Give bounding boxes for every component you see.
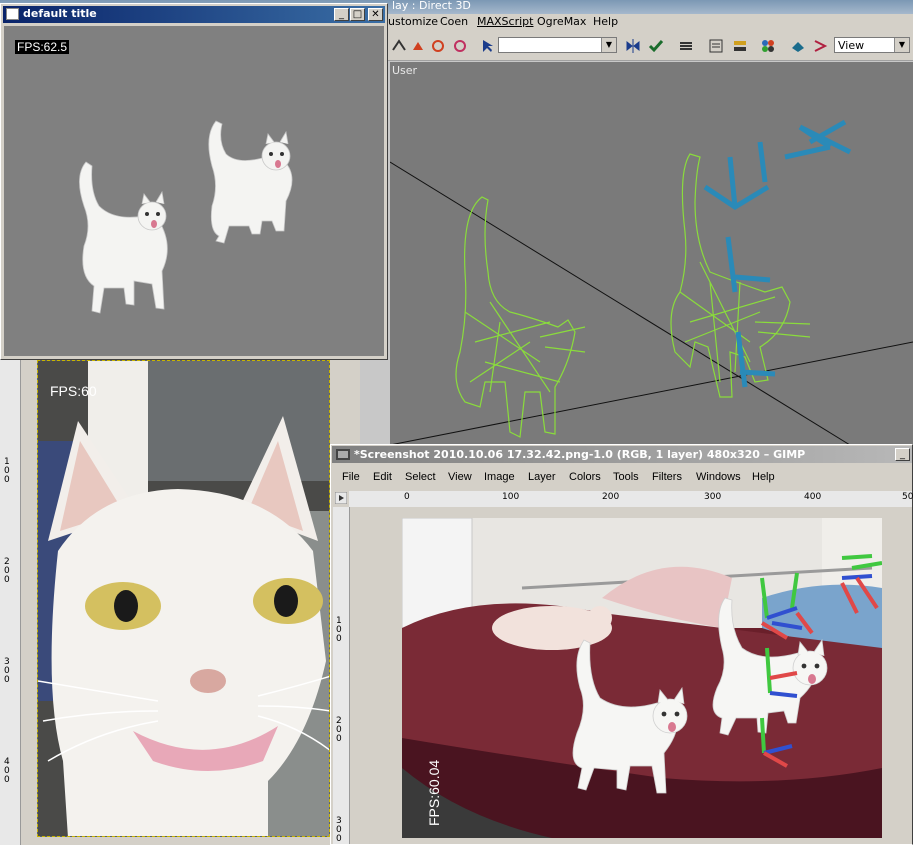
ruler-mark: 50: [902, 492, 913, 502]
mirror-icon[interactable]: [625, 38, 641, 54]
window-title: default title: [23, 7, 97, 20]
max-menu-customize[interactable]: ustomize: [388, 15, 438, 28]
wireframe-cat: [455, 196, 586, 438]
grid-line: [390, 341, 913, 445]
white-cat: [79, 161, 168, 314]
track-view-icon[interactable]: [708, 38, 724, 54]
quick-render-icon[interactable]: [812, 38, 828, 54]
ruler-mark: 200: [602, 492, 620, 502]
ruler-mark: 300: [704, 492, 722, 502]
ruler-mark: 2 0 0: [336, 716, 342, 744]
view-select-value: View: [838, 39, 865, 52]
gimp-app-icon: [336, 449, 350, 460]
ogre-render-window: default title _ □ ✕ FPS:62.5: [0, 3, 388, 360]
minimize-button[interactable]: _: [895, 448, 910, 461]
ar-photo[interactable]: FPS:60.04: [402, 518, 882, 838]
max-menu-coen[interactable]: Coen: [440, 15, 468, 28]
fps-counter: FPS:60: [50, 383, 97, 399]
gimp-menu-colors[interactable]: Colors: [569, 471, 601, 483]
max-menu-ogremax[interactable]: OgreMax: [537, 15, 586, 28]
render-setup-icon[interactable]: [790, 38, 806, 54]
layers-icon[interactable]: [678, 38, 694, 54]
select-link-icon[interactable]: [391, 38, 407, 54]
render-canvas[interactable]: FPS:62.5: [4, 26, 384, 356]
app-icon: [6, 8, 19, 20]
bind-spacewarp-icon[interactable]: [452, 38, 468, 54]
unlink-icon[interactable]: [410, 38, 426, 54]
gimp-menu-image[interactable]: Image: [484, 471, 515, 483]
ruler-mark: 0: [404, 492, 410, 502]
chevron-down-icon: ▼: [894, 38, 909, 52]
ruler-mark: 3 0 0: [336, 816, 342, 844]
schematic-view-icon[interactable]: [732, 38, 748, 54]
gimp-titlebar[interactable]: *Screenshot 2010.10.06 17.32.42.png-1.0 …: [332, 446, 912, 463]
gimp-title: *Screenshot 2010.10.06 17.32.42.png-1.0 …: [354, 448, 806, 461]
gimp-horizontal-ruler: 0 100 200 300 400 50: [349, 491, 913, 508]
ruler-mark: 400: [804, 492, 822, 502]
gimp-menu-file[interactable]: File: [342, 471, 360, 483]
ar-cats-overlay: [572, 554, 882, 794]
material-editor-icon[interactable]: [760, 38, 776, 54]
bone-gizmos: [703, 119, 852, 388]
maximize-button[interactable]: □: [350, 8, 365, 21]
max-menu-maxscript[interactable]: MAXScript: [477, 15, 533, 28]
gimp-vertical-ruler: 1 0 0 2 0 0 3 0 0: [333, 507, 350, 844]
gimp-menu-view[interactable]: View: [448, 471, 472, 483]
white-cat: [572, 639, 688, 794]
ruler-mark: 1 0 0: [4, 457, 10, 485]
gimp-menu-edit[interactable]: Edit: [373, 471, 392, 483]
view-select[interactable]: View ▼: [834, 37, 910, 53]
gimp-menubar: File Edit Select View Image Layer Colors…: [331, 467, 912, 487]
ruler-mark: 3 0 0: [4, 657, 10, 685]
close-button[interactable]: ✕: [368, 8, 383, 21]
gimp-menu-layer[interactable]: Layer: [528, 471, 556, 483]
fps-counter: FPS:60.04: [426, 759, 442, 826]
max-menu-help[interactable]: Help: [593, 15, 618, 28]
max-title: lay : Direct 3D: [392, 0, 471, 12]
ruler-mark: 2 0 0: [4, 557, 10, 585]
ruler-mark: 100: [502, 492, 520, 502]
gimp-menu-tools[interactable]: Tools: [613, 471, 639, 483]
cats-scene: [79, 120, 293, 314]
selection-filter-select[interactable]: ▼: [498, 37, 617, 53]
align-icon[interactable]: [648, 38, 664, 54]
gimp-menu-select[interactable]: Select: [405, 471, 436, 483]
big-cat-render[interactable]: FPS:60: [37, 360, 330, 837]
gimp-window: *Screenshot 2010.10.06 17.32.42.png-1.0 …: [330, 444, 913, 845]
select-object-icon[interactable]: [480, 38, 496, 54]
max-viewport[interactable]: User: [390, 62, 913, 445]
window-titlebar[interactable]: default title _ □ ✕: [3, 6, 385, 23]
white-cat: [208, 120, 293, 244]
chevron-down-icon: ▼: [601, 38, 616, 52]
gimp-canvas-area[interactable]: FPS:60.04: [350, 507, 912, 844]
grid-line: [390, 161, 851, 445]
viewport-scene: [390, 119, 913, 445]
gimp-menu-windows[interactable]: Windows: [696, 471, 741, 483]
minimize-button[interactable]: _: [334, 8, 349, 21]
ruler-mark: 1 0 0: [336, 616, 342, 644]
ruler-mark: 4 0 0: [4, 757, 10, 785]
ruler-menu-icon[interactable]: [335, 492, 347, 504]
bind-icon[interactable]: [430, 38, 446, 54]
gimp-menu-help[interactable]: Help: [752, 471, 775, 483]
left-vertical-ruler: 1 0 0 2 0 0 3 0 0 4 0 0: [0, 360, 21, 845]
cat-face-image: [38, 361, 329, 836]
gimp-menu-filters[interactable]: Filters: [652, 471, 682, 483]
